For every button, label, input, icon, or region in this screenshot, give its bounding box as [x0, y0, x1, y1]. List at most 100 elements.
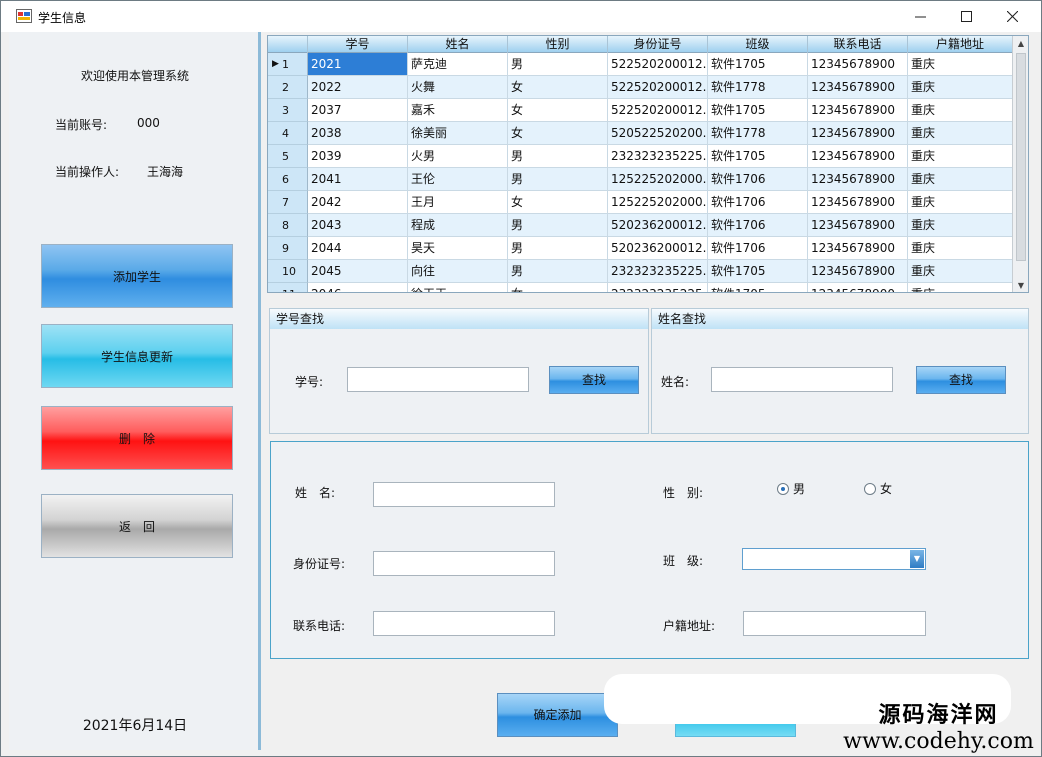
table-cell[interactable]: 520236200012...	[608, 214, 708, 237]
table-cell[interactable]: 12345678900	[808, 168, 908, 191]
table-cell[interactable]: 重庆	[908, 260, 1013, 283]
table-cell[interactable]: 女	[508, 99, 608, 122]
table-row[interactable]: 6 2041 王伦男 125225202000... 软件1706 12345678900…	[268, 168, 1013, 191]
address-field[interactable]	[743, 611, 926, 636]
table-cell[interactable]: 12345678900	[808, 260, 908, 283]
back-button[interactable]: 返 回	[41, 494, 233, 558]
row-header[interactable]: ▶ 1	[268, 53, 308, 76]
table-cell[interactable]: 女	[508, 122, 608, 145]
table-cell[interactable]: 12345678900	[808, 145, 908, 168]
table-cell[interactable]: 522520200012...	[608, 99, 708, 122]
table-cell[interactable]: 软件1706	[708, 191, 808, 214]
table-cell[interactable]: 萨克迪	[408, 53, 508, 76]
column-header[interactable]: 户籍地址	[908, 36, 1013, 53]
gender-male-radio[interactable]: 男	[777, 480, 805, 497]
column-header[interactable]: 身份证号	[608, 36, 708, 53]
row-header[interactable]: 4	[268, 122, 308, 145]
scroll-up-icon[interactable]: ▲	[1013, 36, 1028, 52]
minimize-button[interactable]	[897, 1, 943, 32]
table-cell[interactable]: 12345678900	[808, 214, 908, 237]
table-cell[interactable]: 重庆	[908, 145, 1013, 168]
table-cell[interactable]: 2042	[308, 191, 408, 214]
table-cell[interactable]: 2038	[308, 122, 408, 145]
table-cell[interactable]: 522520200012...	[608, 76, 708, 99]
table-row[interactable]: ▶ 1 2021 萨克迪男 522520200012... 软件1705 123456789…	[268, 53, 1013, 76]
table-cell[interactable]: 12345678900	[808, 53, 908, 76]
table-cell[interactable]: 男	[508, 53, 608, 76]
table-cell[interactable]: 522520200012...	[608, 53, 708, 76]
gender-female-radio[interactable]: 女	[864, 480, 892, 497]
table-cell[interactable]: 重庆	[908, 122, 1013, 145]
add-student-button[interactable]: 添加学生	[41, 244, 233, 308]
table-cell[interactable]: 软件1706	[708, 237, 808, 260]
row-header[interactable]: 10	[268, 260, 308, 283]
row-header[interactable]: 5	[268, 145, 308, 168]
table-cell[interactable]: 2037	[308, 99, 408, 122]
table-cell[interactable]: 125225202000...	[608, 168, 708, 191]
table-cell[interactable]: 重庆	[908, 237, 1013, 260]
table-cell[interactable]: 嘉禾	[408, 99, 508, 122]
row-header[interactable]: 11	[268, 283, 308, 292]
column-header[interactable]: 性别	[508, 36, 608, 53]
table-cell[interactable]: 12345678900	[808, 191, 908, 214]
grid-vertical-scrollbar[interactable]: ▲ ▼	[1012, 36, 1028, 292]
scroll-thumb[interactable]	[1016, 53, 1026, 261]
table-cell[interactable]: 232323235225...	[608, 283, 708, 292]
table-row[interactable]: 4 2038 徐美丽女 520522520200... 软件1778 1234567890…	[268, 122, 1013, 145]
table-cell[interactable]: 女	[508, 283, 608, 292]
table-cell[interactable]: 软件1705	[708, 260, 808, 283]
column-header[interactable]: 姓名	[408, 36, 508, 53]
delete-button[interactable]: 删 除	[41, 406, 233, 470]
table-cell[interactable]: 火舞	[408, 76, 508, 99]
column-header[interactable]: 学号	[308, 36, 408, 53]
table-cell[interactable]: 2022	[308, 76, 408, 99]
table-cell[interactable]: 徐天天	[408, 283, 508, 292]
row-header[interactable]: 6	[268, 168, 308, 191]
table-cell[interactable]: 2043	[308, 214, 408, 237]
table-cell[interactable]: 2021	[308, 53, 408, 76]
table-row[interactable]: 10 2045 向往男 232323235225... 软件1705 1234567890…	[268, 260, 1013, 283]
table-cell[interactable]: 重庆	[908, 168, 1013, 191]
table-cell[interactable]: 软件1705	[708, 145, 808, 168]
table-row[interactable]: 9 2044 昊天男 520236200012... 软件1706 12345678900…	[268, 237, 1013, 260]
table-cell[interactable]: 女	[508, 191, 608, 214]
table-cell[interactable]: 520522520200...	[608, 122, 708, 145]
table-row[interactable]: 3 2037 嘉禾女 522520200012... 软件1705 12345678900…	[268, 99, 1013, 122]
maximize-button[interactable]	[943, 1, 989, 32]
table-cell[interactable]: 软件1706	[708, 168, 808, 191]
table-cell[interactable]: 2041	[308, 168, 408, 191]
table-cell[interactable]: 2045	[308, 260, 408, 283]
table-cell[interactable]: 12345678900	[808, 76, 908, 99]
table-cell[interactable]: 重庆	[908, 214, 1013, 237]
table-row[interactable]: 11 2046徐天天女232323235225...软件1705123456789…	[268, 283, 1013, 292]
table-cell[interactable]: 重庆	[908, 76, 1013, 99]
row-header[interactable]: 7	[268, 191, 308, 214]
update-student-button[interactable]: 学生信息更新	[41, 324, 233, 388]
phone-field[interactable]	[373, 611, 555, 636]
column-header[interactable]: 联系电话	[808, 36, 908, 53]
table-cell[interactable]: 男	[508, 168, 608, 191]
table-cell[interactable]: 520236200012...	[608, 237, 708, 260]
id-number-field[interactable]	[373, 551, 555, 576]
table-cell[interactable]: 12345678900	[808, 99, 908, 122]
scroll-down-icon[interactable]: ▼	[1013, 278, 1028, 292]
table-cell[interactable]: 2039	[308, 145, 408, 168]
table-cell[interactable]: 232323235225...	[608, 260, 708, 283]
table-cell[interactable]: 重庆	[908, 53, 1013, 76]
table-row[interactable]: 8 2043 程成男 520236200012... 软件1706 12345678900…	[268, 214, 1013, 237]
row-header[interactable]: 2	[268, 76, 308, 99]
table-cell[interactable]: 12345678900	[808, 283, 908, 292]
table-cell[interactable]: 软件1706	[708, 214, 808, 237]
table-cell[interactable]: 12345678900	[808, 237, 908, 260]
name-find-button[interactable]: 查找	[916, 366, 1006, 394]
table-cell[interactable]: 软件1705	[708, 99, 808, 122]
table-cell[interactable]: 王伦	[408, 168, 508, 191]
name-field[interactable]	[373, 482, 555, 507]
table-cell[interactable]: 王月	[408, 191, 508, 214]
id-find-button[interactable]: 查找	[549, 366, 639, 394]
table-cell[interactable]: 男	[508, 145, 608, 168]
chevron-down-icon[interactable]: ▼	[910, 550, 924, 568]
table-cell[interactable]: 重庆	[908, 99, 1013, 122]
table-cell[interactable]: 徐美丽	[408, 122, 508, 145]
table-cell[interactable]: 男	[508, 260, 608, 283]
